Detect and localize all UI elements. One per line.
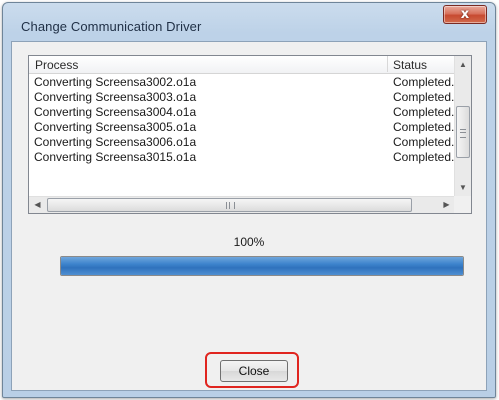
list-row[interactable]: Converting Screensa3004.o1a Completed. (29, 104, 455, 119)
list-header: Process Status (29, 56, 455, 74)
status-cell: Completed. (393, 135, 455, 149)
status-cell: Completed. (393, 150, 455, 164)
process-cell: Converting Screensa3004.o1a (34, 105, 197, 119)
column-divider[interactable] (387, 56, 388, 72)
grip-icon (460, 129, 466, 138)
process-cell: Converting Screensa3006.o1a (34, 135, 197, 149)
vertical-scrollbar[interactable]: ▲ ▼ (454, 56, 471, 196)
scroll-right-icon[interactable]: ▶ (438, 197, 455, 213)
title-bar[interactable]: Change Communication Driver x (3, 3, 495, 41)
process-cell: Converting Screensa3003.o1a (34, 90, 197, 104)
column-header-status[interactable]: Status (393, 58, 427, 72)
close-icon: x (460, 7, 470, 22)
status-cell: Completed. (393, 105, 455, 119)
change-driver-dialog: Change Communication Driver x Process St… (2, 2, 496, 398)
process-cell: Converting Screensa3005.o1a (34, 120, 197, 134)
dialog-content: Process Status Converting Screensa3002.o… (11, 41, 487, 391)
scroll-up-icon[interactable]: ▲ (455, 56, 471, 73)
progress-fill (61, 257, 463, 275)
list-row[interactable]: Converting Screensa3005.o1a Completed. (29, 119, 455, 134)
dialog-title: Change Communication Driver (21, 19, 202, 34)
process-list[interactable]: Process Status Converting Screensa3002.o… (28, 55, 472, 214)
progress-bar (60, 256, 464, 276)
list-row[interactable]: Converting Screensa3006.o1a Completed. (29, 134, 455, 149)
status-cell: Completed. (393, 90, 455, 104)
grip-icon (226, 202, 235, 209)
list-row[interactable]: Converting Screensa3015.o1a Completed. (29, 149, 455, 164)
scrollbar-corner (454, 196, 471, 213)
title-close-button[interactable]: x (443, 5, 487, 24)
list-row[interactable]: Converting Screensa3002.o1a Completed. (29, 74, 455, 89)
horizontal-scroll-thumb[interactable] (47, 198, 412, 212)
horizontal-scrollbar[interactable]: ◀ ▶ (29, 196, 455, 213)
vertical-scroll-thumb[interactable] (456, 106, 470, 158)
list-rows: Converting Screensa3002.o1a Completed. C… (29, 74, 455, 164)
scroll-left-icon[interactable]: ◀ (29, 197, 46, 213)
status-cell: Completed. (393, 120, 455, 134)
close-button[interactable]: Close (220, 360, 288, 382)
scroll-down-icon[interactable]: ▼ (455, 179, 471, 196)
process-cell: Converting Screensa3002.o1a (34, 75, 197, 89)
progress-percent: 100% (233, 235, 265, 249)
list-row[interactable]: Converting Screensa3003.o1a Completed. (29, 89, 455, 104)
column-header-process[interactable]: Process (35, 58, 78, 72)
status-cell: Completed. (393, 75, 455, 89)
process-cell: Converting Screensa3015.o1a (34, 150, 197, 164)
